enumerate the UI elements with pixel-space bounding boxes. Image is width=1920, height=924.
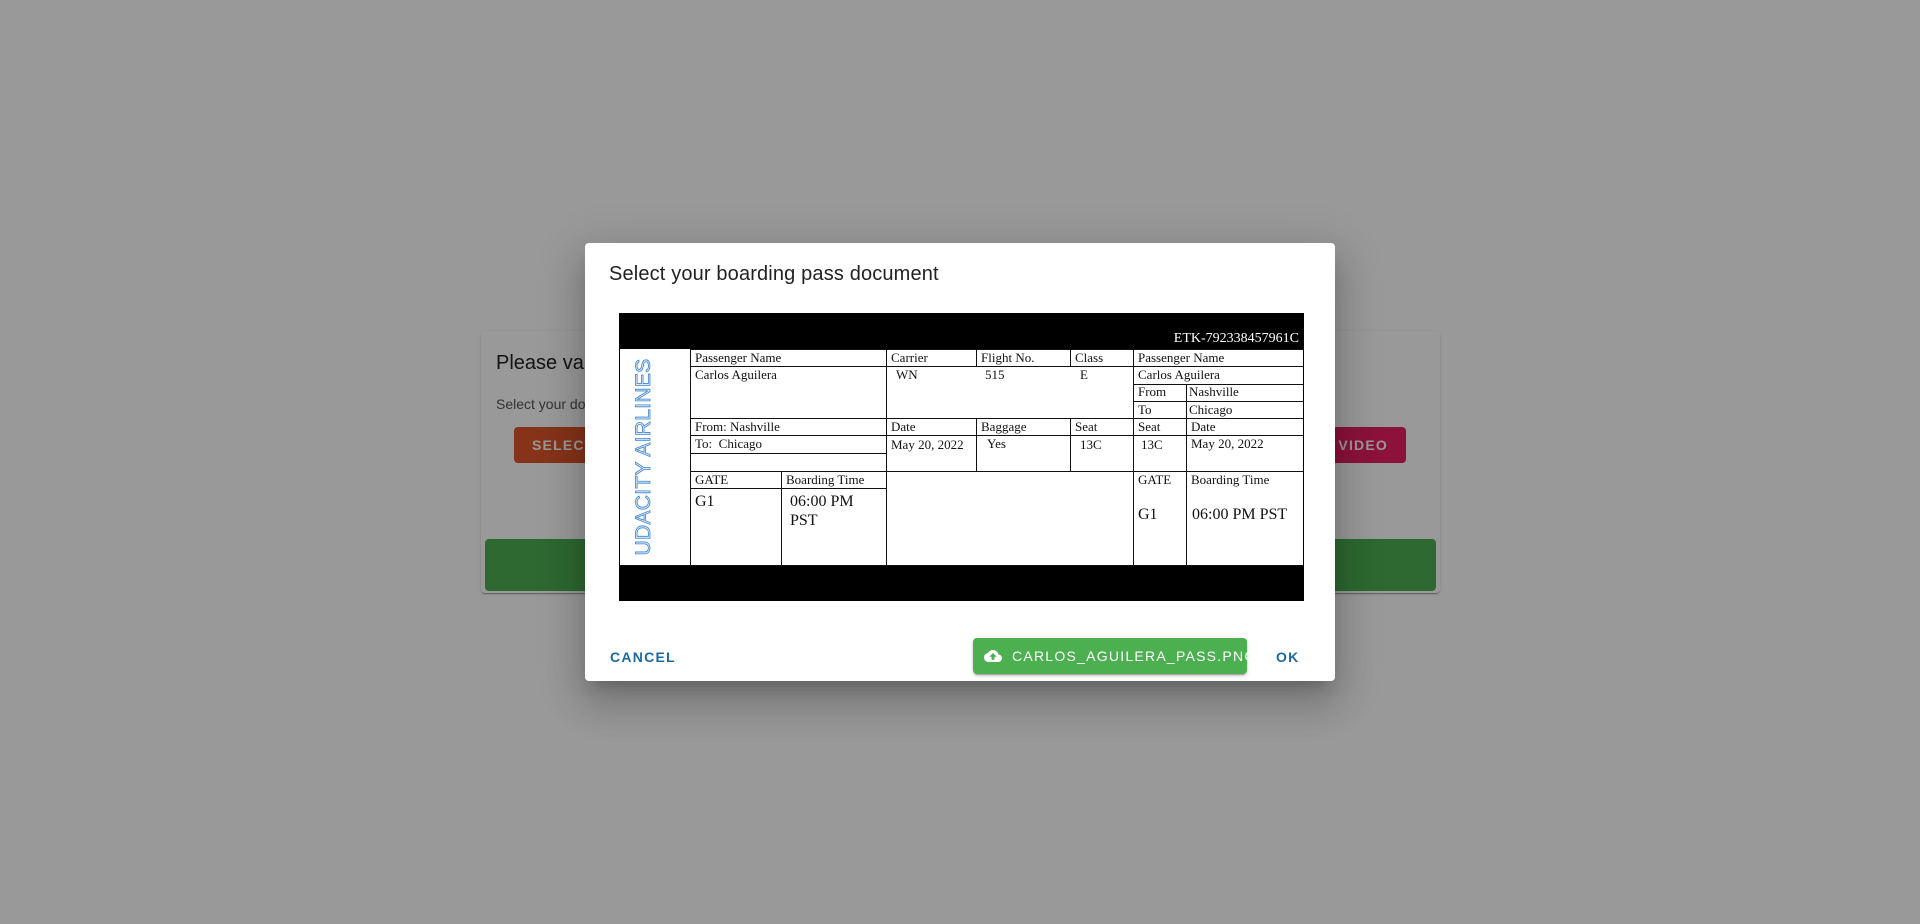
stub-seat-value: 13C xyxy=(1141,437,1163,452)
boarding-time-label: Boarding Time xyxy=(786,472,865,487)
grid-line xyxy=(1133,349,1134,566)
to-label: To: xyxy=(695,436,713,451)
seat-label: Seat xyxy=(1075,419,1098,434)
boarding-time-value-line2: PST xyxy=(790,512,818,529)
stub-to-label: To xyxy=(1138,402,1152,417)
grid-line xyxy=(690,349,691,566)
cloud-upload-icon xyxy=(984,650,1002,662)
date-value: May 20, 2022 xyxy=(891,437,964,452)
grid-line xyxy=(690,488,886,489)
class-value: E xyxy=(1080,367,1088,382)
cancel-button[interactable]: CANCEL xyxy=(602,639,684,675)
boarding-time-value-line1: 06:00 PM xyxy=(790,493,854,510)
carrier-label: Carrier xyxy=(891,350,928,365)
from-label: From: xyxy=(695,419,727,434)
seat-value: 13C xyxy=(1080,437,1102,452)
flight-no-value: 515 xyxy=(985,367,1005,382)
to-field: To: Chicago xyxy=(695,437,762,451)
grid-line xyxy=(886,349,887,566)
stub-to-value: Chicago xyxy=(1189,402,1233,417)
class-label: Class xyxy=(1075,350,1104,365)
stub-seat-label: Seat xyxy=(1138,419,1161,434)
grid-line xyxy=(781,471,782,566)
ticket-number: ETK-792338457961C xyxy=(1173,331,1299,346)
stub-date-label: Date xyxy=(1191,419,1216,434)
stub-from-value: Nashville xyxy=(1189,384,1239,399)
stub-passenger-name-label: Passenger Name xyxy=(1138,350,1225,365)
date-label: Date xyxy=(891,419,916,434)
flight-no-label: Flight No. xyxy=(981,350,1035,365)
grid-line xyxy=(976,349,977,366)
stub-boarding-time-value: 06:00 PM PST xyxy=(1192,506,1288,523)
from-field: From: Nashville xyxy=(695,420,780,434)
boarding-pass-body: UDACITY AIRLINES Passenger Name Carrier … xyxy=(620,349,1303,566)
stub-from-label: From xyxy=(1138,384,1167,399)
carrier-value: WN xyxy=(896,367,918,382)
boarding-pass-image: ETK-792338457961C UDACITY AIRLINES Passe… xyxy=(619,313,1304,601)
stub-gate-value: G1 xyxy=(1138,506,1158,523)
stub-passenger-name-value: Carlos Aguilera xyxy=(1138,367,1220,382)
from-value: Nashville xyxy=(730,419,780,434)
grid-line xyxy=(690,453,886,454)
grid-line xyxy=(620,565,1303,566)
upload-file-button[interactable]: CARLOS_AGUILERA_PASS.PNG xyxy=(973,638,1255,674)
baggage-label: Baggage xyxy=(981,419,1027,434)
passenger-name-label: Passenger Name xyxy=(695,350,782,365)
airline-logo-text: UDACITY AIRLINES xyxy=(632,358,656,556)
passenger-name-value: Carlos Aguilera xyxy=(695,367,777,382)
stub-gate-label: GATE xyxy=(1138,472,1172,487)
grid-line xyxy=(976,418,977,471)
airline-logo: UDACITY AIRLINES xyxy=(632,358,656,556)
ok-button[interactable]: OK xyxy=(1268,639,1308,675)
gate-value: G1 xyxy=(695,493,715,510)
grid-line xyxy=(1070,418,1071,471)
stub-boarding-time-label: Boarding Time xyxy=(1191,472,1270,487)
baggage-value: Yes xyxy=(987,436,1006,451)
file-name-label: CARLOS_AGUILERA_PASS.PNG xyxy=(1012,648,1257,664)
stub-date-value: May 20, 2022 xyxy=(1191,436,1264,451)
boarding-pass-dialog: Select your boarding pass document ETK-7… xyxy=(585,243,1335,681)
grid-line xyxy=(1070,349,1071,366)
grid-line xyxy=(1186,384,1187,566)
gate-label: GATE xyxy=(695,472,729,487)
dialog-title: Select your boarding pass document xyxy=(609,263,939,285)
to-value: Chicago xyxy=(718,436,762,451)
